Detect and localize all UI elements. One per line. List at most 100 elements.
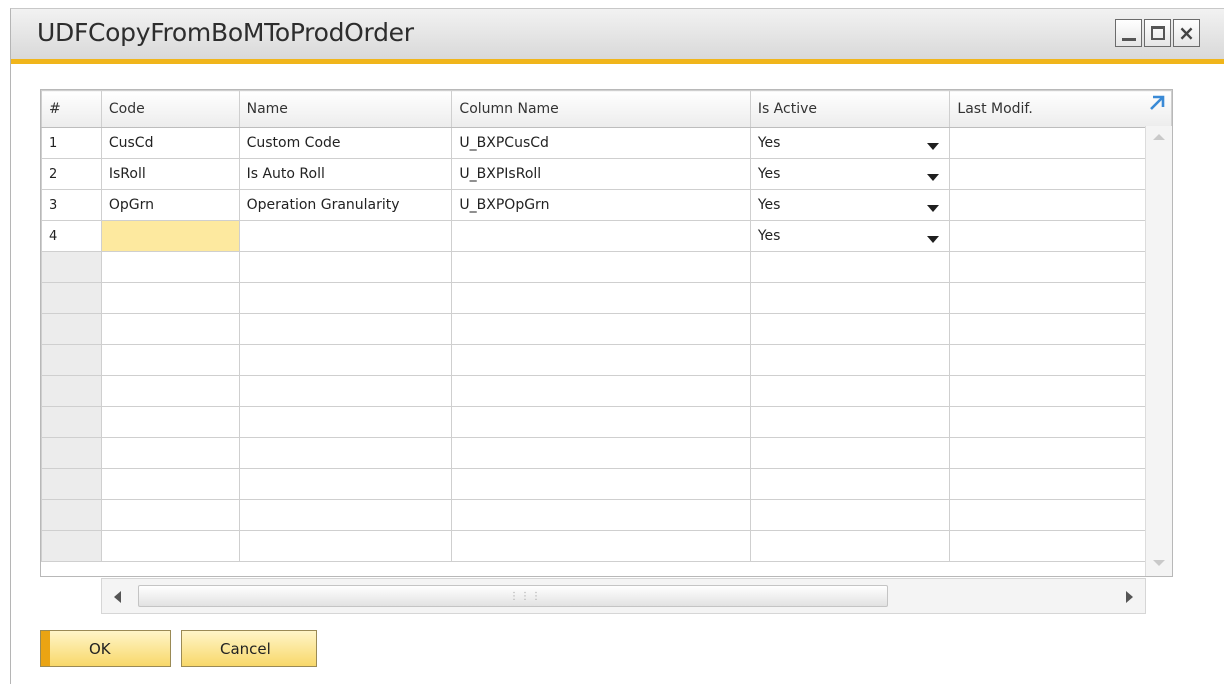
cell-code[interactable]: CusCd [100, 127, 240, 159]
cell-is-active[interactable]: Yes [749, 189, 951, 221]
empty-cell[interactable] [238, 530, 453, 562]
empty-cell[interactable] [100, 406, 240, 438]
row-number[interactable]: 1 [41, 127, 102, 159]
empty-cell[interactable] [451, 313, 751, 345]
empty-cell[interactable] [238, 313, 453, 345]
empty-cell[interactable] [949, 499, 1172, 531]
empty-cell[interactable] [949, 282, 1172, 314]
empty-cell[interactable] [100, 313, 240, 345]
empty-cell[interactable] [238, 468, 453, 500]
table-row[interactable]: 2 IsRoll Is Auto Roll U_BXPIsRoll Yes [41, 158, 1172, 190]
empty-cell[interactable] [749, 313, 951, 345]
empty-cell[interactable] [238, 375, 453, 407]
cell-column-name[interactable] [451, 220, 751, 252]
empty-cell[interactable] [949, 437, 1172, 469]
title-bar[interactable]: UDFCopyFromBoMToProdOrder × [11, 9, 1224, 59]
empty-cell[interactable] [238, 499, 453, 531]
row-number[interactable] [41, 530, 102, 562]
empty-cell[interactable] [238, 251, 453, 283]
empty-row[interactable] [41, 406, 1172, 438]
empty-cell[interactable] [749, 344, 951, 376]
col-header-code[interactable]: Code [100, 90, 240, 128]
horizontal-scroll-thumb[interactable]: ⋮⋮⋮ [138, 585, 888, 607]
empty-cell[interactable] [100, 530, 240, 562]
cell-last-modif[interactable] [949, 158, 1172, 190]
maximize-button[interactable] [1144, 19, 1171, 47]
row-number[interactable]: 3 [41, 189, 102, 221]
empty-row[interactable] [41, 251, 1172, 283]
cell-name[interactable]: Operation Granularity [238, 189, 453, 221]
close-button[interactable]: × [1173, 19, 1200, 47]
empty-cell[interactable] [100, 499, 240, 531]
cell-is-active[interactable]: Yes [749, 158, 951, 190]
empty-cell[interactable] [451, 530, 751, 562]
table-row[interactable]: 1 CusCd Custom Code U_BXPCusCd Yes [41, 127, 1172, 159]
expand-arrow-icon[interactable] [1147, 93, 1167, 113]
empty-cell[interactable] [749, 282, 951, 314]
empty-cell[interactable] [749, 375, 951, 407]
cell-column-name[interactable]: U_BXPIsRoll [451, 158, 751, 190]
empty-cell[interactable] [749, 251, 951, 283]
cancel-button[interactable]: Cancel [181, 630, 317, 667]
empty-cell[interactable] [100, 375, 240, 407]
col-header-is-active[interactable]: Is Active [749, 90, 951, 128]
empty-cell[interactable] [451, 437, 751, 469]
empty-cell[interactable] [100, 282, 240, 314]
scroll-left-icon[interactable] [114, 591, 121, 603]
empty-cell[interactable] [749, 499, 951, 531]
row-number[interactable] [41, 375, 102, 407]
empty-cell[interactable] [100, 437, 240, 469]
table-row[interactable]: 3 OpGrn Operation Granularity U_BXPOpGrn Yes [41, 189, 1172, 221]
scroll-up-icon[interactable] [1153, 134, 1165, 140]
empty-row[interactable] [41, 530, 1172, 562]
empty-cell[interactable] [238, 344, 453, 376]
cell-last-modif[interactable] [949, 220, 1172, 252]
row-number[interactable] [41, 313, 102, 345]
row-number[interactable] [41, 499, 102, 531]
row-number[interactable]: 4 [41, 220, 102, 252]
empty-cell[interactable] [451, 406, 751, 438]
col-header-column-name[interactable]: Column Name [451, 90, 751, 128]
row-number[interactable]: 2 [41, 158, 102, 190]
cell-last-modif[interactable] [949, 189, 1172, 221]
empty-cell[interactable] [749, 406, 951, 438]
empty-cell[interactable] [451, 499, 751, 531]
cell-name[interactable]: Custom Code [238, 127, 453, 159]
row-number[interactable] [41, 406, 102, 438]
scroll-down-icon[interactable] [1153, 560, 1165, 566]
minimize-button[interactable] [1115, 19, 1142, 47]
empty-cell[interactable] [949, 530, 1172, 562]
scroll-right-icon[interactable] [1126, 591, 1133, 603]
col-header-number[interactable]: # [41, 90, 102, 128]
cell-code[interactable]: OpGrn [100, 189, 240, 221]
empty-cell[interactable] [451, 344, 751, 376]
cell-code[interactable]: IsRoll [100, 158, 240, 190]
empty-cell[interactable] [949, 375, 1172, 407]
cell-column-name[interactable]: U_BXPOpGrn [451, 189, 751, 221]
cell-is-active[interactable]: Yes [749, 220, 951, 252]
empty-cell[interactable] [238, 282, 453, 314]
cell-is-active[interactable]: Yes [749, 127, 951, 159]
empty-cell[interactable] [949, 344, 1172, 376]
cell-column-name[interactable]: U_BXPCusCd [451, 127, 751, 159]
col-header-last-modif[interactable]: Last Modif. [949, 90, 1172, 128]
empty-cell[interactable] [451, 251, 751, 283]
empty-cell[interactable] [749, 530, 951, 562]
empty-cell[interactable] [238, 406, 453, 438]
empty-cell[interactable] [749, 468, 951, 500]
cell-code[interactable] [100, 220, 240, 252]
empty-cell[interactable] [949, 406, 1172, 438]
row-number[interactable] [41, 251, 102, 283]
vertical-scrollbar[interactable] [1145, 126, 1172, 576]
cell-last-modif[interactable] [949, 127, 1172, 159]
empty-row[interactable] [41, 499, 1172, 531]
empty-cell[interactable] [949, 313, 1172, 345]
col-header-name[interactable]: Name [238, 90, 453, 128]
dropdown-arrow-icon[interactable] [927, 143, 940, 150]
empty-cell[interactable] [949, 251, 1172, 283]
empty-cell[interactable] [749, 437, 951, 469]
empty-cell[interactable] [238, 437, 453, 469]
empty-cell[interactable] [451, 375, 751, 407]
row-number[interactable] [41, 437, 102, 469]
empty-cell[interactable] [100, 468, 240, 500]
